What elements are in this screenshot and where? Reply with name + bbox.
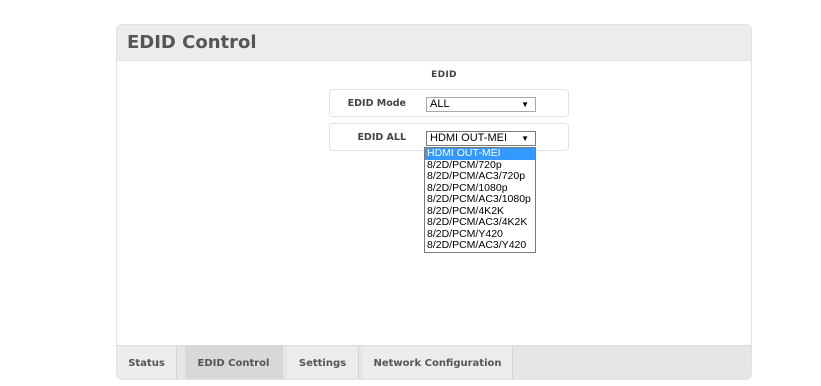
edid-mode-row: EDID Mode ALL ▼ [329, 89, 569, 117]
dropdown-option[interactable]: 8/2D/PCM/AC3/Y420 [425, 239, 535, 252]
tab-label: EDID Control [197, 357, 270, 369]
tab-edid-control[interactable]: EDID Control [185, 346, 283, 379]
edid-all-label: EDID ALL [357, 132, 406, 143]
section-title: EDID [431, 70, 457, 80]
page-title: EDID Control [127, 32, 257, 53]
edid-mode-value: ALL [430, 98, 450, 110]
edid-mode-label: EDID Mode [347, 98, 406, 109]
dropdown-option[interactable]: HDMI OUT-MEI [425, 147, 535, 160]
tab-label: Network Configuration [373, 357, 502, 369]
dropdown-option[interactable]: 8/2D/PCM/AC3/4K2K [425, 216, 535, 229]
tab-status[interactable]: Status [117, 346, 177, 379]
tab-label: Settings [298, 357, 347, 369]
triangle-down-icon: ▼ [521, 100, 529, 109]
dropdown-option[interactable]: 8/2D/PCM/AC3/1080p [425, 193, 535, 206]
tab-label: Status [128, 357, 165, 369]
edid-all-dropdown-list: HDMI OUT-MEI 8/2D/PCM/720p 8/2D/PCM/AC3/… [424, 147, 536, 253]
edid-all-value: HDMI OUT-MEI [430, 132, 507, 144]
dropdown-option[interactable]: 8/2D/PCM/AC3/720p [425, 170, 535, 183]
edid-all-select[interactable]: HDMI OUT-MEI ▼ [426, 131, 536, 146]
tab-settings[interactable]: Settings [287, 346, 359, 379]
triangle-down-icon: ▼ [521, 134, 529, 143]
panel-header: EDID Control [117, 25, 751, 61]
tab-network-configuration[interactable]: Network Configuration [363, 346, 513, 379]
edid-mode-select[interactable]: ALL ▼ [426, 97, 536, 112]
tab-bar: Status EDID Control Settings Network Con… [117, 345, 751, 379]
